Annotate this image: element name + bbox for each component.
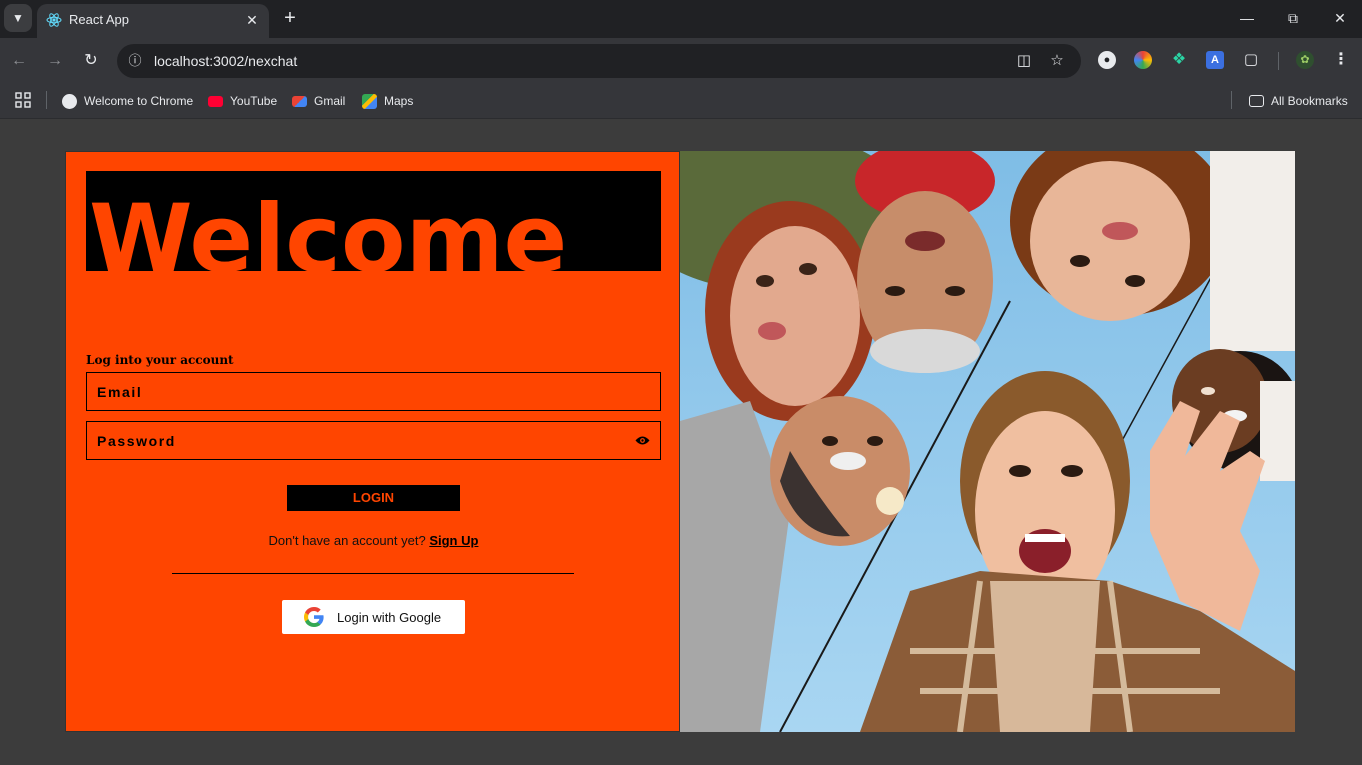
address-bar[interactable]: ⓘ localhost:3002/nexchat ◫ ☆ xyxy=(117,44,1081,78)
signup-row: Don't have an account yet? Sign Up xyxy=(66,533,681,548)
react-icon xyxy=(46,13,62,27)
minimize-icon[interactable]: — xyxy=(1232,6,1262,30)
bookmark-label: YouTube xyxy=(230,94,278,108)
panda-extension-icon[interactable]: ● xyxy=(1098,51,1116,69)
globe-icon xyxy=(62,93,77,109)
google-icon xyxy=(304,607,324,627)
bookmarks-bar: Welcome to Chrome YouTube Gmail Maps All… xyxy=(0,83,1362,119)
email-field[interactable]: Email xyxy=(86,372,661,411)
maps-icon xyxy=(362,93,377,109)
bookmark-label: Maps xyxy=(384,94,414,108)
bookmark-gmail[interactable]: Gmail xyxy=(292,91,345,111)
restore-icon[interactable]: ⧉ xyxy=(1278,6,1308,30)
close-tab-icon[interactable]: ✕ xyxy=(243,11,261,29)
bookmark-star-icon[interactable]: ☆ xyxy=(1047,51,1067,71)
google-login-label: Login with Google xyxy=(337,610,442,625)
gmail-icon xyxy=(292,95,307,107)
toolbar-separator xyxy=(1278,52,1279,70)
folder-icon xyxy=(1249,95,1264,107)
bookmark-welcome[interactable]: Welcome to Chrome xyxy=(62,91,193,111)
menu-kebab-icon[interactable]: ⋮ xyxy=(1332,51,1350,69)
back-icon[interactable]: ← xyxy=(7,49,31,73)
browser-tab[interactable]: React App ✕ xyxy=(37,4,269,38)
all-bookmarks-label: All Bookmarks xyxy=(1271,94,1348,108)
password-placeholder: Password xyxy=(97,433,176,449)
divider xyxy=(172,573,574,574)
browser-toolbar: ← → ↻ ⓘ localhost:3002/nexchat ◫ ☆ ● ❖ A… xyxy=(0,38,1362,83)
extensions-puzzle-icon[interactable]: ▢ xyxy=(1242,51,1260,69)
bookmarks-separator-right xyxy=(1231,91,1232,109)
signup-link[interactable]: Sign Up xyxy=(429,533,478,548)
bookmark-youtube[interactable]: YouTube xyxy=(208,91,277,111)
signup-prompt: Don't have an account yet? xyxy=(268,533,426,548)
forward-icon[interactable]: → xyxy=(43,49,67,73)
bookmark-label: Gmail xyxy=(314,94,346,108)
login-panel: Welcome Log into your account Email Pass… xyxy=(65,151,680,732)
url-text[interactable]: localhost:3002/nexchat xyxy=(154,53,297,69)
google-login-button[interactable]: Login with Google xyxy=(282,600,465,634)
tab-search-button[interactable]: ▼ xyxy=(4,4,32,32)
group-photo-illustration xyxy=(680,151,1295,732)
welcome-heading: Welcome xyxy=(89,185,568,271)
password-field[interactable]: Password xyxy=(86,421,661,460)
all-bookmarks-button[interactable]: All Bookmarks xyxy=(1249,91,1348,111)
hero-photo xyxy=(680,151,1295,732)
color-picker-extension-icon[interactable] xyxy=(1134,51,1152,69)
install-app-icon[interactable]: ◫ xyxy=(1014,51,1034,71)
dino-extension-icon[interactable]: ❖ xyxy=(1170,51,1188,69)
eye-icon[interactable] xyxy=(635,435,650,446)
welcome-banner: Welcome xyxy=(86,171,661,271)
new-tab-button[interactable]: + xyxy=(279,7,301,29)
youtube-icon xyxy=(208,95,223,107)
translate-extension-icon[interactable]: A xyxy=(1206,51,1224,69)
page-viewport: Welcome Log into your account Email Pass… xyxy=(0,119,1362,765)
tab-title: React App xyxy=(69,12,129,27)
login-card: Welcome Log into your account Email Pass… xyxy=(65,151,1295,732)
login-subheading: Log into your account xyxy=(86,353,234,367)
site-info-icon[interactable]: ⓘ xyxy=(125,51,145,71)
close-window-icon[interactable]: ✕ xyxy=(1325,6,1355,30)
bookmarks-separator xyxy=(46,91,47,109)
apps-grid-icon[interactable] xyxy=(15,92,31,108)
tab-strip: ▼ React App ✕ + — ⧉ ✕ xyxy=(0,0,1362,38)
email-placeholder: Email xyxy=(97,384,143,400)
login-button[interactable]: LOGIN xyxy=(287,485,460,511)
reload-icon[interactable]: ↻ xyxy=(79,49,103,73)
profile-avatar[interactable]: ✿ xyxy=(1296,51,1314,69)
bookmark-label: Welcome to Chrome xyxy=(84,94,194,108)
bookmark-maps[interactable]: Maps xyxy=(362,91,413,111)
